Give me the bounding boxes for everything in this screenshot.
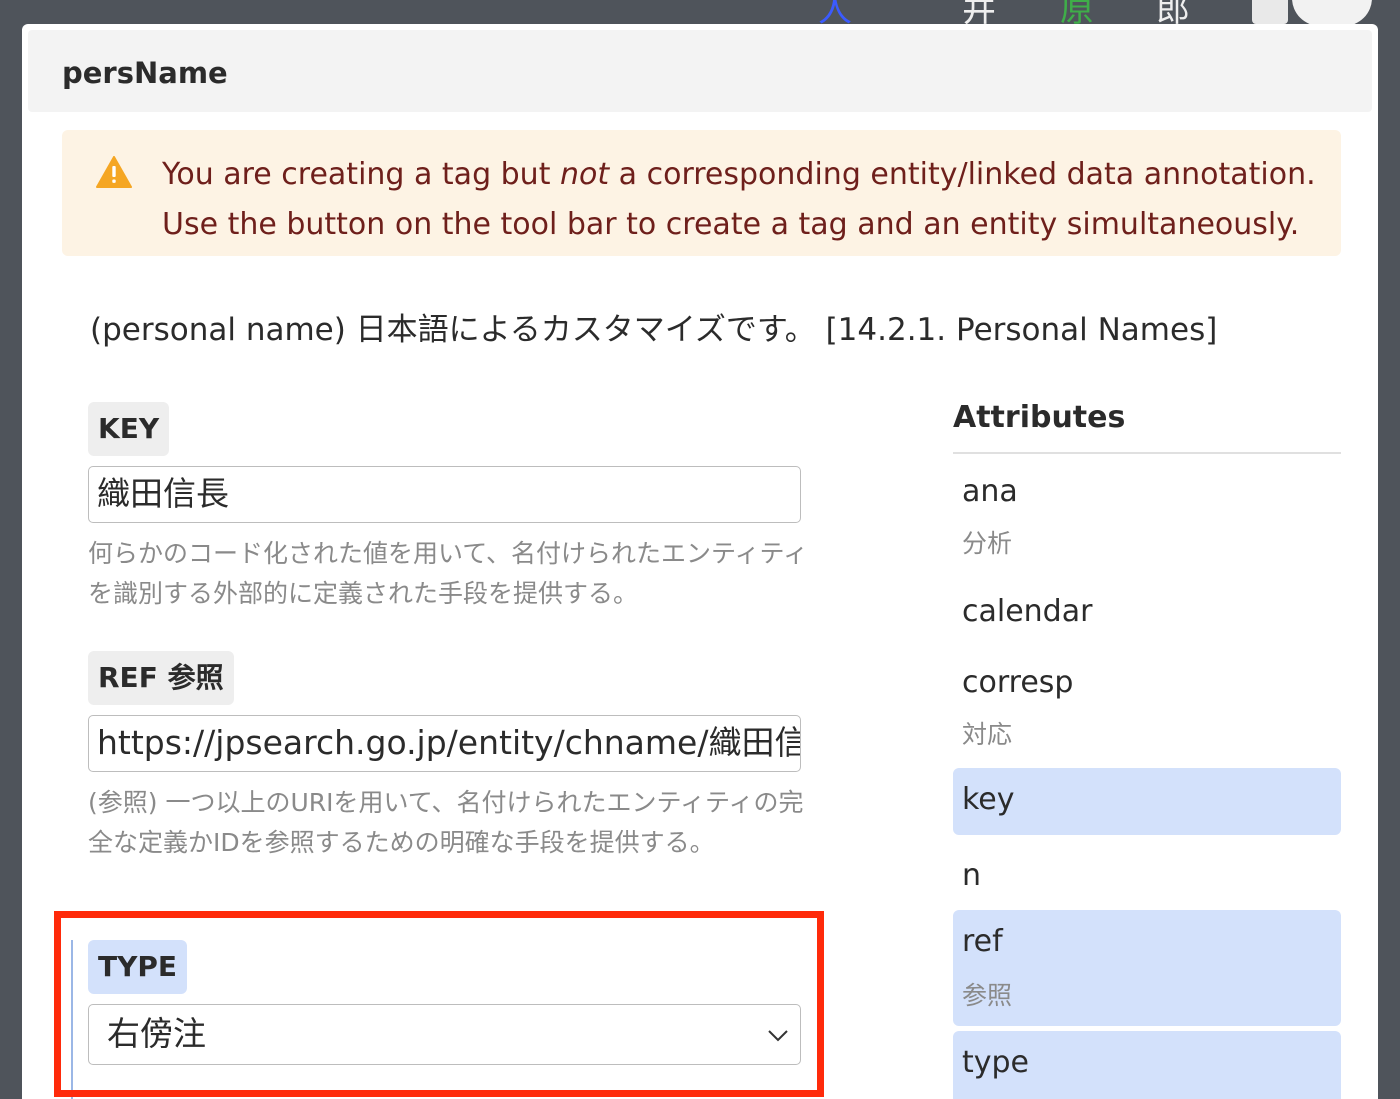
attribute-name: corresp: [962, 665, 1074, 700]
key-label: KEY: [88, 402, 170, 456]
warning-line-1: You are creating a tag but not a corresp…: [162, 150, 1316, 200]
attribute-name: calendar: [962, 594, 1093, 629]
warning-triangle-icon: [96, 156, 132, 188]
dialog-header: persName: [28, 30, 1372, 112]
bg-char-1: 人: [818, 0, 852, 24]
attribute-item-n[interactable]: n: [953, 854, 1341, 906]
warning-emphasis: not: [560, 157, 610, 192]
attribute-item-corresp[interactable]: corresp 対応: [953, 661, 1341, 761]
attribute-item-ref[interactable]: ref 参照: [953, 910, 1341, 1026]
background-app: 人 井 原 郎: [0, 0, 1400, 24]
ref-input[interactable]: https://jpsearch.go.jp/entity/chname/織田信…: [88, 715, 801, 772]
dialog-title: persName: [62, 56, 228, 90]
attribute-name: type: [962, 1045, 1030, 1080]
highlight-annotation: [54, 911, 824, 1097]
bg-char-3: 原: [1060, 0, 1094, 24]
attribute-item-type[interactable]: type: [953, 1031, 1341, 1099]
warning-line-1-start: You are creating a tag but: [162, 157, 560, 192]
attribute-item-ana[interactable]: ana 分析: [953, 470, 1341, 570]
warning-line-2: Use the button on the tool bar to create…: [162, 207, 1300, 242]
attribute-name: key: [962, 782, 1015, 817]
attribute-translation: 分析: [962, 529, 1013, 558]
bg-char-2: 井: [962, 0, 996, 24]
ref-help-text: (参照) 一つ以上のURIを用いて、名付けられたエンティティの完全な定義かIDを…: [88, 788, 804, 857]
attribute-item-key[interactable]: key: [953, 768, 1341, 835]
bg-toolbar-button[interactable]: [1252, 0, 1288, 24]
warning-line-1-end: a corresponding entity/linked data annot…: [609, 157, 1316, 192]
ref-label: REF 参照: [88, 651, 234, 705]
tag-dialog: persName You are creating a tag but not …: [22, 24, 1378, 1099]
attribute-translation: 対応: [962, 720, 1013, 749]
key-help-text: 何らかのコード化された値を用いて、名付けられたエンティティを識別する外部的に定義…: [88, 539, 809, 608]
attribute-name: ana: [962, 474, 1018, 509]
attributes-divider: [953, 452, 1341, 454]
warning-banner: You are creating a tag but not a corresp…: [62, 130, 1341, 256]
attribute-item-calendar[interactable]: calendar: [953, 590, 1341, 642]
warning-message: You are creating a tag but not a corresp…: [162, 150, 1316, 250]
key-input[interactable]: 織田信長: [88, 466, 801, 523]
bg-char-4: 郎: [1156, 0, 1190, 24]
attribute-name: n: [962, 858, 982, 893]
attributes-heading: Attributes: [953, 400, 1126, 435]
attribute-translation: 参照: [962, 981, 1013, 1010]
bg-toggle-switch[interactable]: [1292, 0, 1372, 24]
element-description: (personal name) 日本語によるカスタマイズです。 [14.2.1.…: [90, 312, 1218, 348]
attribute-name: ref: [962, 924, 1003, 959]
